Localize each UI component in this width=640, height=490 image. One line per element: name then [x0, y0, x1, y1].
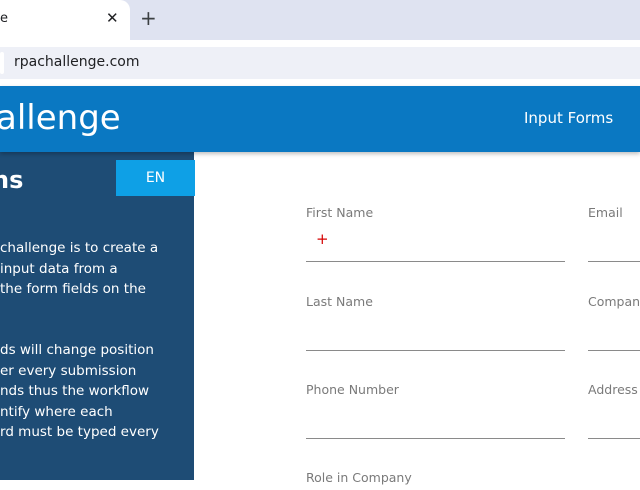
- address-field: Address: [588, 382, 640, 446]
- description-paragraph-1: challenge is to create a input data from…: [0, 238, 194, 300]
- nav-input-forms[interactable]: Input Forms: [524, 109, 613, 127]
- site-info-icon[interactable]: [0, 52, 4, 74]
- site-header: allenge Input Forms: [0, 86, 640, 152]
- address-label: Address: [588, 382, 638, 397]
- address-input[interactable]: [588, 402, 640, 439]
- email-input[interactable]: [588, 225, 640, 262]
- phone-number-label: Phone Number: [306, 382, 399, 397]
- browser-tab[interactable]: e ✕: [0, 0, 130, 40]
- last-name-field: Last Name: [306, 294, 565, 358]
- description-line: challenge is to create a: [0, 240, 159, 256]
- last-name-label: Last Name: [306, 294, 373, 309]
- company-field: Compan: [588, 294, 640, 358]
- site-brand[interactable]: allenge: [0, 98, 121, 138]
- description-line: input data from a: [0, 260, 118, 277]
- phone-number-input[interactable]: [306, 402, 565, 439]
- first-name-input[interactable]: [306, 225, 565, 262]
- address-bar[interactable]: rpachallenge.com: [0, 47, 640, 79]
- first-name-label: First Name: [306, 205, 374, 220]
- last-name-input[interactable]: [306, 314, 565, 351]
- url-text: rpachallenge.com: [14, 54, 140, 70]
- sidebar-title: ns: [0, 166, 24, 194]
- browser-toolbar: rpachallenge.com: [0, 40, 640, 86]
- description-line: nds thus the workflow: [0, 383, 150, 399]
- email-field: Email: [588, 205, 640, 269]
- company-input[interactable]: [588, 314, 640, 351]
- role-label: Role in Company: [306, 470, 412, 485]
- description-line: ds will change position: [0, 342, 154, 358]
- close-tab-icon[interactable]: ✕: [106, 9, 119, 27]
- description-line: er every submission: [0, 362, 137, 379]
- new-tab-icon[interactable]: +: [140, 6, 157, 30]
- language-button[interactable]: EN: [116, 160, 195, 196]
- email-label: Email: [588, 205, 623, 220]
- tab-title: e: [0, 11, 8, 26]
- description-paragraph-2: ds will change position er every submiss…: [0, 340, 194, 443]
- description-line: ntify where each: [0, 403, 113, 420]
- instructions-sidebar: ns EN challenge is to create a input dat…: [0, 152, 195, 480]
- role-field: Role in Company: [306, 470, 565, 490]
- description-line: rd must be typed every: [0, 424, 159, 440]
- first-name-field: First Name +: [306, 205, 565, 269]
- company-label: Compan: [588, 294, 640, 309]
- phone-number-field: Phone Number: [306, 382, 565, 446]
- browser-tab-bar: e ✕ +: [0, 0, 640, 40]
- description-line: the form fields on the: [0, 281, 146, 297]
